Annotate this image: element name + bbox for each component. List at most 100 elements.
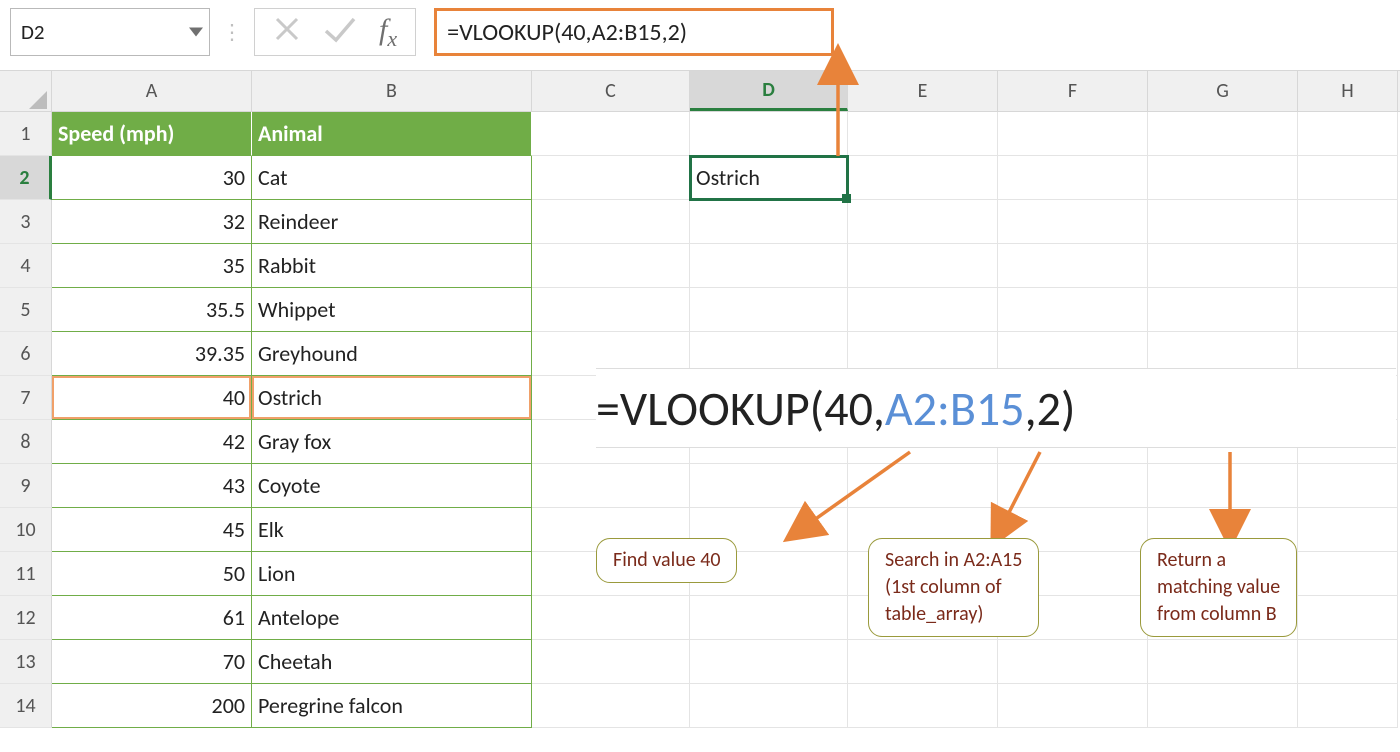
cell-A4[interactable]: 35	[52, 244, 252, 288]
cell-C2[interactable]	[532, 156, 690, 200]
cell-B4[interactable]: Rabbit	[252, 244, 532, 288]
cell-C12[interactable]	[532, 596, 690, 640]
cell-C8[interactable]	[532, 420, 690, 464]
col-header-C[interactable]: C	[532, 71, 690, 111]
cell-D14[interactable]	[690, 684, 848, 728]
cell-H4[interactable]	[1298, 244, 1398, 288]
row-header-4[interactable]: 4	[0, 244, 52, 288]
cell-E4[interactable]	[848, 244, 998, 288]
cell-H5[interactable]	[1298, 288, 1398, 332]
cell-H10[interactable]	[1298, 508, 1398, 552]
cell-F7[interactable]	[998, 376, 1148, 420]
cell-G2[interactable]	[1148, 156, 1298, 200]
cell-E13[interactable]	[848, 640, 998, 684]
cell-D9[interactable]	[690, 464, 848, 508]
cell-E6[interactable]	[848, 332, 998, 376]
row-header-9[interactable]: 9	[0, 464, 52, 508]
cancel-icon[interactable]	[273, 15, 301, 49]
cell-G9[interactable]	[1148, 464, 1298, 508]
cell-F9[interactable]	[998, 464, 1148, 508]
cell-F8[interactable]	[998, 420, 1148, 464]
cell-G13[interactable]	[1148, 640, 1298, 684]
cell-H14[interactable]	[1298, 684, 1398, 728]
cell-G7[interactable]	[1148, 376, 1298, 420]
cell-A2[interactable]: 30	[52, 156, 252, 200]
cell-C5[interactable]	[532, 288, 690, 332]
cell-H9[interactable]	[1298, 464, 1398, 508]
cell-A9[interactable]: 43	[52, 464, 252, 508]
cell-H1[interactable]	[1298, 112, 1398, 156]
name-box[interactable]: D2	[10, 8, 210, 56]
cell-D8[interactable]	[690, 420, 848, 464]
cell-E14[interactable]	[848, 684, 998, 728]
cell-G14[interactable]	[1148, 684, 1298, 728]
row-header-6[interactable]: 6	[0, 332, 52, 376]
cell-B6[interactable]: Greyhound	[252, 332, 532, 376]
cell-D3[interactable]	[690, 200, 848, 244]
cell-B1[interactable]: Animal	[252, 112, 532, 156]
cell-D4[interactable]	[690, 244, 848, 288]
cell-B14[interactable]: Peregrine falcon	[252, 684, 532, 728]
col-header-E[interactable]: E	[848, 71, 998, 111]
cell-E5[interactable]	[848, 288, 998, 332]
cell-E1[interactable]	[848, 112, 998, 156]
cell-E3[interactable]	[848, 200, 998, 244]
cell-D5[interactable]	[690, 288, 848, 332]
cell-A5[interactable]: 35.5	[52, 288, 252, 332]
formula-input[interactable]: =VLOOKUP(40,A2:B15,2)	[434, 8, 834, 56]
col-header-F[interactable]: F	[998, 71, 1148, 111]
cell-B13[interactable]: Cheetah	[252, 640, 532, 684]
cell-B9[interactable]: Coyote	[252, 464, 532, 508]
cell-D13[interactable]	[690, 640, 848, 684]
fx-icon[interactable]: fx	[379, 13, 397, 52]
row-header-5[interactable]: 5	[0, 288, 52, 332]
cell-A13[interactable]: 70	[52, 640, 252, 684]
cell-C9[interactable]	[532, 464, 690, 508]
cell-C1[interactable]	[532, 112, 690, 156]
cell-C6[interactable]	[532, 332, 690, 376]
col-header-D[interactable]: D	[690, 71, 848, 111]
cell-C7[interactable]	[532, 376, 690, 420]
cell-F5[interactable]	[998, 288, 1148, 332]
cell-B7[interactable]: Ostrich	[252, 376, 532, 420]
cell-A6[interactable]: 39.35	[52, 332, 252, 376]
cell-F13[interactable]	[998, 640, 1148, 684]
cell-D1[interactable]	[690, 112, 848, 156]
row-header-1[interactable]: 1	[0, 112, 52, 156]
cell-B10[interactable]: Elk	[252, 508, 532, 552]
cell-F6[interactable]	[998, 332, 1148, 376]
chevron-down-icon[interactable]	[189, 28, 203, 37]
cell-B2[interactable]: Cat	[252, 156, 532, 200]
cell-D12[interactable]	[690, 596, 848, 640]
cell-F4[interactable]	[998, 244, 1148, 288]
cell-G8[interactable]	[1148, 420, 1298, 464]
cell-E9[interactable]	[848, 464, 998, 508]
cell-B3[interactable]: Reindeer	[252, 200, 532, 244]
cell-H6[interactable]	[1298, 332, 1398, 376]
cell-D7[interactable]	[690, 376, 848, 420]
cell-F2[interactable]	[998, 156, 1148, 200]
cell-B11[interactable]: Lion	[252, 552, 532, 596]
cell-C14[interactable]	[532, 684, 690, 728]
cell-B12[interactable]: Antelope	[252, 596, 532, 640]
row-header-13[interactable]: 13	[0, 640, 52, 684]
cell-D6[interactable]	[690, 332, 848, 376]
cell-E2[interactable]	[848, 156, 998, 200]
cell-G1[interactable]	[1148, 112, 1298, 156]
cell-F1[interactable]	[998, 112, 1148, 156]
cell-A10[interactable]: 45	[52, 508, 252, 552]
row-header-8[interactable]: 8	[0, 420, 52, 464]
cell-A8[interactable]: 42	[52, 420, 252, 464]
cell-G4[interactable]	[1148, 244, 1298, 288]
cell-G6[interactable]	[1148, 332, 1298, 376]
cell-A12[interactable]: 61	[52, 596, 252, 640]
row-header-14[interactable]: 14	[0, 684, 52, 728]
col-header-A[interactable]: A	[52, 71, 252, 111]
cell-B5[interactable]: Whippet	[252, 288, 532, 332]
row-header-2[interactable]: 2	[0, 156, 52, 200]
row-header-10[interactable]: 10	[0, 508, 52, 552]
cell-C4[interactable]	[532, 244, 690, 288]
cell-E7[interactable]	[848, 376, 998, 420]
row-header-7[interactable]: 7	[0, 376, 52, 420]
cell-H7[interactable]	[1298, 376, 1398, 420]
